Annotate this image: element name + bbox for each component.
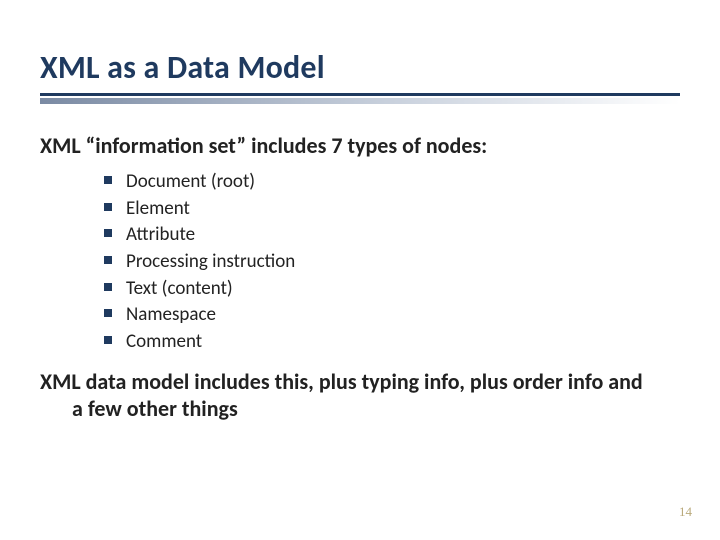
slide: XML as a Data Model XML “information set…: [0, 0, 720, 540]
list-item: Element: [104, 196, 680, 222]
list-item: Document (root): [104, 169, 680, 195]
node-type-list: Document (root) Element Attribute Proces…: [40, 169, 680, 354]
list-item: Comment: [104, 329, 680, 355]
title-rule: [40, 93, 680, 104]
page-number: 14: [679, 504, 692, 520]
closing-text-content: XML data model includes this, plus typin…: [40, 368, 650, 422]
lead-text: XML “information set” includes 7 types o…: [40, 132, 680, 159]
closing-text: XML data model includes this, plus typin…: [40, 368, 650, 422]
rule-fade: [40, 98, 680, 104]
list-item: Attribute: [104, 222, 680, 248]
list-item: Text (content): [104, 276, 680, 302]
slide-title: XML as a Data Model: [40, 48, 680, 87]
list-item: Namespace: [104, 302, 680, 328]
list-item: Processing instruction: [104, 249, 680, 275]
rule-thick: [40, 93, 680, 96]
